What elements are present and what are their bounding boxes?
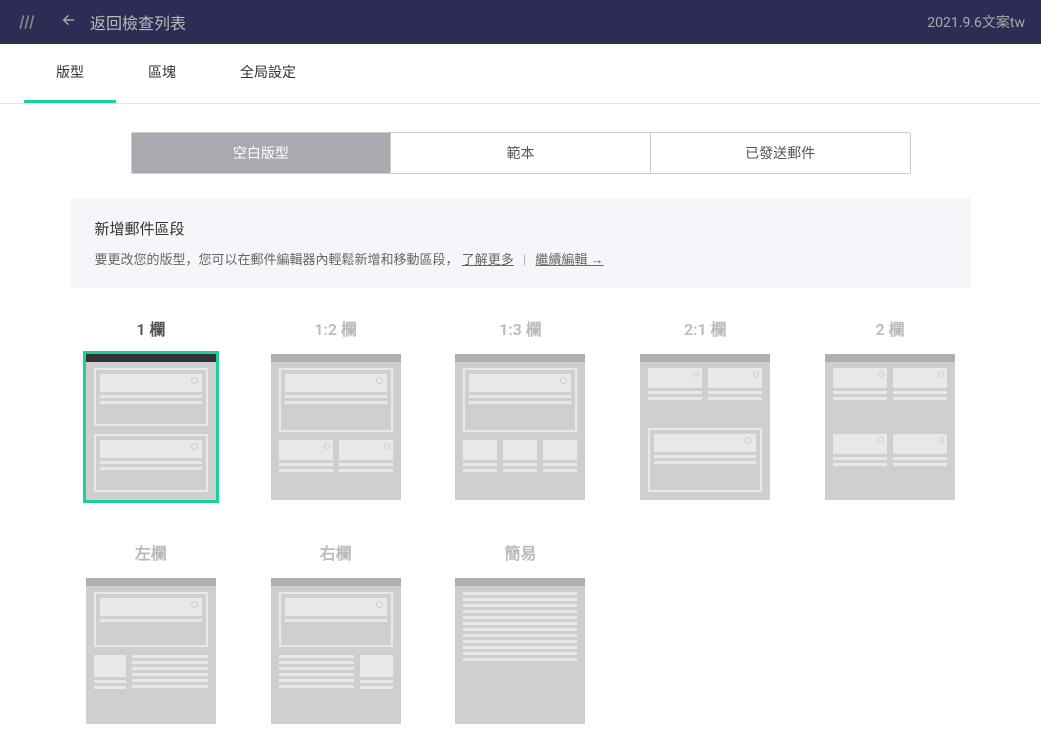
notice-text: 要更改您的版型，您可以在郵件編輯器內輕鬆新增和移動區段， 了解更多 | 繼續編輯… [95,249,947,268]
layout-label: 2:1 欄 [625,316,786,340]
layout-label: 簡易 [440,540,601,564]
layout-card-right[interactable]: 右欄 [255,540,416,724]
layout-grid: 1 欄 1:2 欄 [71,316,971,724]
project-title: 2021.9.6文案tw [927,12,1025,32]
tab-blocks[interactable]: 區塊 [116,44,208,103]
layout-thumb [271,354,401,500]
tab-global[interactable]: 全局設定 [208,44,328,103]
back-arrow-icon [60,11,78,33]
layout-label: 1:3 欄 [440,316,601,340]
layout-card-2col[interactable]: 2 欄 [810,316,971,500]
notice-panel: 新增郵件區段 要更改您的版型，您可以在郵件編輯器內輕鬆新增和移動區段， 了解更多… [71,198,971,288]
layout-label: 左欄 [71,540,232,564]
notice-separator: | [523,253,526,268]
layout-card-2-1col[interactable]: 2:1 欄 [625,316,786,500]
layout-card-1col[interactable]: 1 欄 [71,316,232,500]
top-bar: 返回檢查列表 2021.9.6文案tw [0,0,1041,44]
notice-title: 新增郵件區段 [95,218,947,239]
layout-thumb [455,578,585,724]
layout-thumb [271,578,401,724]
layout-thumb [640,354,770,500]
layout-card-1-2col[interactable]: 1:2 欄 [255,316,416,500]
seg-sent[interactable]: 已發送郵件 [651,133,910,173]
layout-card-left[interactable]: 左欄 [71,540,232,724]
back-button[interactable]: 返回檢查列表 [60,10,186,34]
seg-template[interactable]: 範本 [391,133,651,173]
continue-edit-link[interactable]: 繼續編輯 → [535,253,603,268]
notice-body: 要更改您的版型，您可以在郵件編輯器內輕鬆新增和移動區段， [95,253,459,268]
seg-blank[interactable]: 空白版型 [132,133,392,173]
layout-card-simple[interactable]: 簡易 [440,540,601,724]
learn-more-link[interactable]: 了解更多 [462,253,514,268]
layout-thumb [455,354,585,500]
layout-label: 2 欄 [810,316,971,340]
app-logo-icon [16,12,36,32]
layout-thumb [86,578,216,724]
layout-label: 1:2 欄 [255,316,416,340]
segmented-control: 空白版型 範本 已發送郵件 [131,132,911,174]
main-tabs: 版型 區塊 全局設定 [0,44,1041,104]
layout-label: 右欄 [255,540,416,564]
tab-layout[interactable]: 版型 [24,44,116,103]
layout-thumb [86,354,216,500]
layout-card-1-3col[interactable]: 1:3 欄 [440,316,601,500]
layout-thumb [825,354,955,500]
layout-label: 1 欄 [71,316,232,340]
back-label: 返回檢查列表 [90,10,186,34]
